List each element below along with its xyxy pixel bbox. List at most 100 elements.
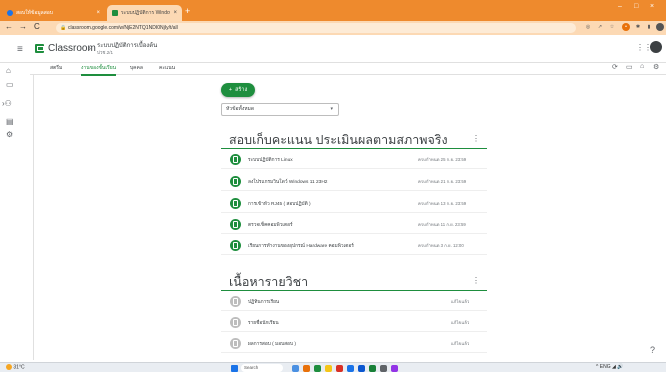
maximize-button[interactable]: □ bbox=[634, 3, 638, 10]
chrome-icon[interactable] bbox=[314, 365, 321, 372]
settings-rail-icon[interactable]: ⚙ bbox=[6, 130, 13, 139]
bookmark-star-icon[interactable]: ☆ bbox=[608, 23, 616, 31]
chevron-right-icon: › bbox=[88, 43, 91, 53]
app-icon[interactable] bbox=[303, 365, 310, 372]
app-icon[interactable] bbox=[380, 365, 387, 372]
classwork-item[interactable]: การเข้าหัว RJ45 ( สอบปฏิบัติ ) ครบกำหนด … bbox=[221, 195, 487, 213]
tab-people[interactable]: บุคคล bbox=[130, 64, 143, 72]
reload-button[interactable]: C bbox=[34, 22, 40, 31]
os-taskbar: 31°C Search ^ ENG ◢ 🔊 bbox=[0, 362, 666, 372]
material-item[interactable]: ผลการสอบ ( มอบสอบ ) แก้ไขแล้ว bbox=[221, 335, 487, 353]
tab-close-icon[interactable]: × bbox=[173, 10, 177, 16]
classwork-item[interactable]: เรียนการทำงานของอุปกรณ์ Hardware คอมพิวเ… bbox=[221, 237, 487, 255]
browser-tab-label: สอบให้ข้อมูลสอบ bbox=[16, 10, 53, 16]
classwork-item[interactable]: ตรวจเช็คคอมพิวเตอร์ ครบกำหนด 11 ก.ย. 23:… bbox=[221, 216, 487, 234]
assignment-icon bbox=[230, 176, 241, 187]
classwork-item[interactable]: ระบบปฏิบัติการ Linux ครบกำหนด 25 ก.ย. 23… bbox=[221, 151, 487, 169]
material-item[interactable]: ปฏิทินการเรียน แก้ไขแล้ว bbox=[221, 293, 487, 311]
assignment-icon bbox=[230, 154, 241, 165]
share-icon[interactable]: ↗ bbox=[596, 23, 604, 31]
material-status: แก้ไขแล้ว bbox=[451, 299, 470, 304]
minimize-button[interactable]: – bbox=[618, 3, 622, 10]
extension-orange-icon[interactable]: • bbox=[622, 23, 630, 31]
google-classroom-tab-icon bbox=[7, 10, 13, 16]
windows-start-icon[interactable] bbox=[231, 365, 238, 372]
topic-title[interactable]: เนื้อหารายวิชา bbox=[229, 272, 308, 292]
classroom-logo-icon[interactable] bbox=[35, 44, 44, 53]
meet-icon[interactable]: ⟳ bbox=[612, 63, 618, 71]
classwork-item[interactable]: ลงโปรแกรมวินโดว์ Windows 11 23H2 ครบกำหน… bbox=[221, 173, 487, 191]
tray-language: ENG bbox=[599, 364, 611, 370]
system-tray[interactable]: ^ ENG ◢ 🔊 bbox=[596, 364, 623, 370]
topic-filter-select[interactable]: หัวข้อทั้งหมด ▾ bbox=[221, 103, 339, 116]
material-item[interactable]: รายชื่อนักเรียน แก้ไขแล้ว bbox=[221, 314, 487, 332]
material-status: แก้ไขแล้ว bbox=[451, 320, 470, 325]
address-bar[interactable]: 🔒 classroom.google.com/w/NjE2NTQ1NDI0NjI… bbox=[56, 23, 576, 33]
app-header: ≡ Classroom › ระบบปฏิบัติการเบื้องต้น ปว… bbox=[0, 35, 666, 63]
create-label: สร้าง bbox=[235, 87, 248, 93]
lock-icon: 🔒 bbox=[60, 25, 67, 31]
assignment-icon bbox=[230, 219, 241, 230]
calendar-icon[interactable]: ▭ bbox=[626, 63, 633, 71]
create-button[interactable]: + สร้าง bbox=[221, 83, 255, 97]
material-title: ผลการสอบ ( มอบสอบ ) bbox=[248, 342, 296, 347]
topic-filter-value: หัวข้อทั้งหมด bbox=[226, 106, 255, 112]
app-icon[interactable] bbox=[336, 365, 343, 372]
puzzle-icon[interactable]: ✱ bbox=[634, 23, 642, 31]
classwork-due: ครบกำหนด 25 ก.ย. 23:59 bbox=[418, 157, 467, 162]
sidepanel-icon[interactable]: ▮ bbox=[645, 23, 653, 31]
material-title: ปฏิทินการเรียน bbox=[248, 300, 280, 305]
classwork-due: ครบกำหนด 3 ก.ย. 12:00 bbox=[418, 243, 464, 248]
taskview-icon[interactable] bbox=[292, 365, 299, 372]
forward-button[interactable]: → bbox=[19, 22, 27, 31]
back-button[interactable]: ← bbox=[5, 22, 13, 31]
account-avatar[interactable] bbox=[650, 41, 662, 53]
classwork-title: ตรวจเช็คคอมพิวเตอร์ bbox=[248, 223, 293, 228]
classwork-title: เรียนการทำงานของอุปกรณ์ Hardware คอมพิวเ… bbox=[248, 244, 354, 249]
close-window-button[interactable]: × bbox=[650, 3, 654, 10]
classwork-due: ครบกำหนด 21 ก.ย. 23:59 bbox=[418, 179, 467, 184]
topic-more-icon[interactable]: ⋮ bbox=[472, 134, 480, 143]
classroom-tab-icon bbox=[112, 10, 118, 16]
material-icon bbox=[230, 296, 241, 307]
class-section: ปวช.2/1 bbox=[97, 50, 113, 55]
topic-title[interactable]: สอบเก็บคะแนน ประเมินผลตามสภาพจริง bbox=[229, 130, 448, 150]
extension-icon[interactable]: ◎ bbox=[584, 23, 592, 31]
enrolled-classes-icon[interactable]: ›⚇ bbox=[2, 99, 12, 108]
edge-icon[interactable] bbox=[347, 365, 354, 372]
material-title: รายชื่อนักเรียน bbox=[248, 321, 279, 326]
weather-widget[interactable]: 31°C bbox=[6, 364, 25, 370]
drive-icon[interactable]: ⌂ bbox=[640, 63, 644, 70]
settings-icon[interactable]: ⚙ bbox=[653, 63, 659, 71]
home-icon[interactable]: ⌂ bbox=[6, 66, 11, 75]
tab-classwork[interactable]: งานของชั้นเรียน bbox=[81, 64, 117, 76]
topic-divider bbox=[221, 290, 487, 291]
help-icon[interactable]: ? bbox=[650, 345, 655, 355]
main-menu-icon[interactable]: ≡ bbox=[17, 44, 23, 55]
folder-icon[interactable] bbox=[325, 365, 332, 372]
rail-divider bbox=[33, 75, 34, 360]
todo-icon[interactable]: ▤ bbox=[6, 117, 14, 126]
taskbar-search[interactable]: Search bbox=[241, 364, 283, 372]
tab-close-icon[interactable]: × bbox=[96, 10, 100, 16]
browser-tab-active[interactable]: สอบให้ข้อมูลสอบ × bbox=[2, 5, 105, 21]
classwork-due: ครบกำหนด 11 ก.ย. 23:59 bbox=[418, 222, 466, 227]
material-status: แก้ไขแล้ว bbox=[451, 341, 470, 346]
tab-stream[interactable]: สตรีม bbox=[50, 64, 62, 72]
app-icon[interactable] bbox=[391, 365, 398, 372]
class-tabs: สตรีม งานของชั้นเรียน บุคคล คะแนน ⟳ ▭ ⌂ … bbox=[30, 63, 666, 76]
chevron-down-icon: ▾ bbox=[330, 106, 333, 112]
store-icon[interactable] bbox=[358, 365, 365, 372]
classwork-title: การเข้าหัว RJ45 ( สอบปฏิบัติ ) bbox=[248, 202, 311, 207]
app-icon[interactable] bbox=[369, 365, 376, 372]
plus-icon: + bbox=[228, 87, 233, 93]
browser-tab[interactable]: ระบบปฏิบัติการ Windows × bbox=[107, 5, 182, 21]
new-tab-button[interactable]: + bbox=[185, 6, 190, 16]
browser-tab-label: ระบบปฏิบัติการ Windows bbox=[121, 10, 171, 16]
topic-more-icon[interactable]: ⋮ bbox=[472, 276, 480, 285]
browser-toolbar: ← → C 🔒 classroom.google.com/w/NjE2NTQ1N… bbox=[0, 21, 666, 35]
tab-grades[interactable]: คะแนน bbox=[159, 64, 175, 72]
classwork-title: ลงโปรแกรมวินโดว์ Windows 11 23H2 bbox=[248, 180, 328, 185]
profile-avatar[interactable] bbox=[656, 23, 664, 31]
calendar-rail-icon[interactable]: ▭ bbox=[6, 80, 14, 89]
